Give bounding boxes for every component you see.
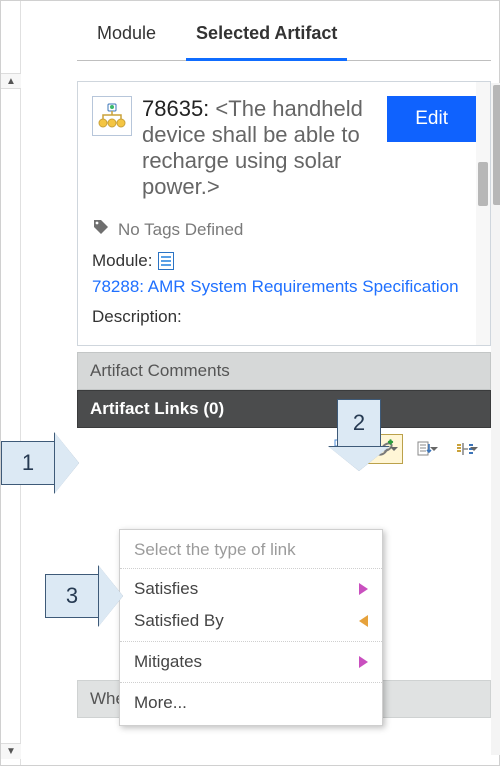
submenu-arrow-icon — [359, 615, 368, 627]
tab-selected-artifact[interactable]: Selected Artifact — [176, 7, 357, 60]
link-type-more-label: More... — [134, 693, 187, 713]
link-type-satisfies[interactable]: Satisfies — [120, 573, 382, 605]
callout-3-label: 3 — [45, 574, 99, 618]
document-icon — [158, 252, 174, 270]
link-type-satisfied-by[interactable]: Satisfied By — [120, 605, 382, 637]
link-type-menu: Select the type of link Satisfies Satisf… — [119, 529, 383, 726]
link-type-satisfies-label: Satisfies — [134, 579, 198, 599]
submenu-arrow-icon — [359, 583, 368, 595]
section-artifact-comments[interactable]: Artifact Comments — [77, 352, 491, 390]
module-link[interactable]: 78288: AMR System Requirements Specifica… — [92, 277, 459, 297]
link-type-mitigates-label: Mitigates — [134, 652, 202, 672]
description-label: Description: — [92, 307, 476, 327]
scroll-up-button[interactable]: ▲ — [1, 73, 21, 89]
link-type-menu-header: Select the type of link — [120, 530, 382, 569]
artifact-details: 78635: <The handheld device shall be abl… — [77, 81, 491, 346]
panel-scrollbar[interactable] — [491, 83, 500, 755]
links-toolbar — [77, 428, 491, 470]
callout-1-label: 1 — [1, 441, 55, 485]
tags-none-label: No Tags Defined — [118, 220, 243, 240]
link-type-more[interactable]: More... — [120, 687, 382, 719]
filter-links-button[interactable] — [445, 434, 483, 464]
callout-2-label: 2 — [337, 399, 381, 447]
module-label: Module: — [92, 251, 152, 271]
callout-3: 3 — [45, 566, 123, 626]
tags-row: No Tags Defined — [92, 218, 476, 241]
artifact-id: 78635: — [142, 96, 209, 121]
submenu-arrow-icon — [359, 656, 368, 668]
link-type-satisfied-by-label: Satisfied By — [134, 611, 224, 631]
callout-1: 1 — [1, 433, 79, 493]
sort-links-button[interactable] — [405, 434, 443, 464]
section-artifact-links[interactable]: Artifact Links (0) — [77, 390, 491, 428]
tabs: Module Selected Artifact — [77, 7, 491, 61]
tag-icon — [92, 218, 110, 241]
tab-module[interactable]: Module — [77, 7, 176, 60]
scroll-down-button[interactable]: ▼ — [1, 743, 21, 759]
link-type-mitigates[interactable]: Mitigates — [120, 646, 382, 678]
detail-scrollbar[interactable] — [476, 82, 490, 345]
artifact-title: 78635: <The handheld device shall be abl… — [142, 96, 377, 200]
left-rail: ▲ ▼ — [1, 1, 21, 765]
artifact-type-icon — [92, 96, 132, 136]
callout-2: 2 — [329, 399, 389, 471]
edit-button[interactable]: Edit — [387, 96, 476, 142]
